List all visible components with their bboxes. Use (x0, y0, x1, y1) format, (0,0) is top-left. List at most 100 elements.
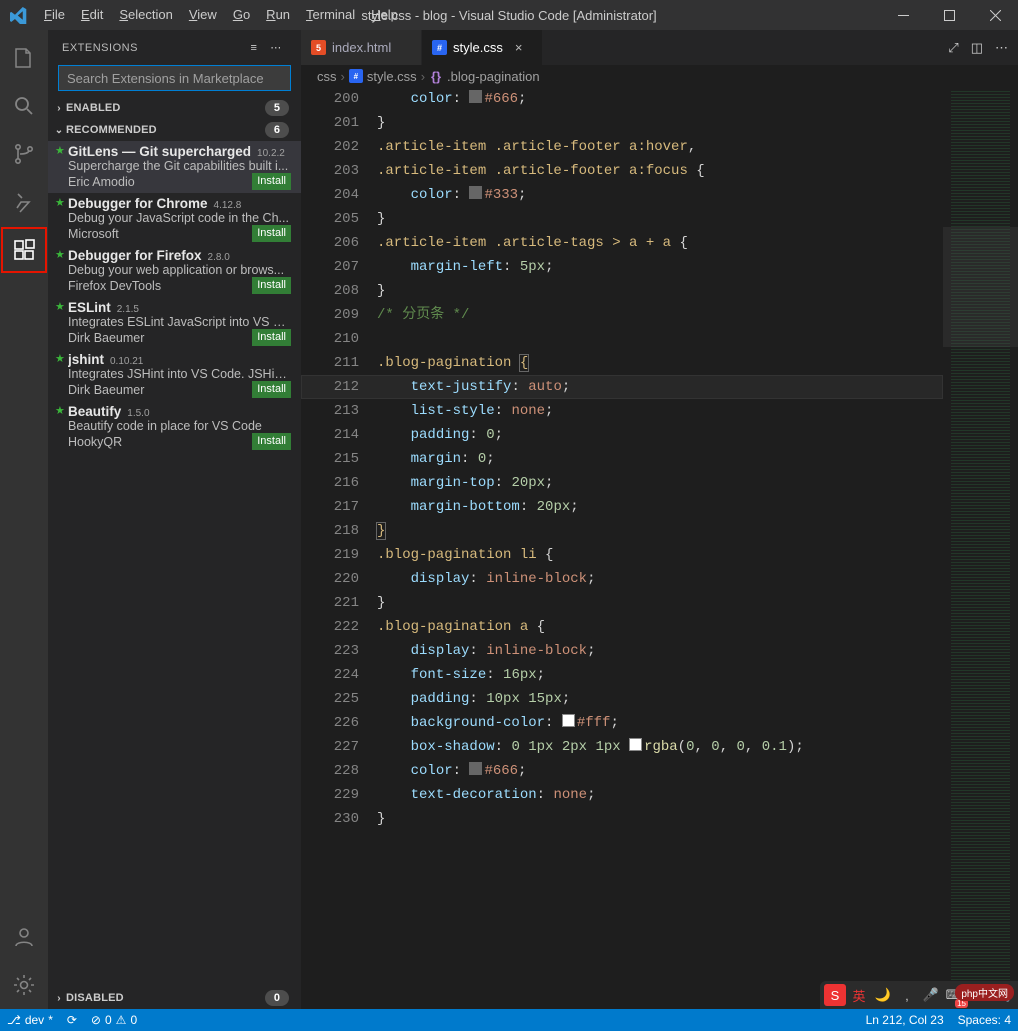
extension-item[interactable]: ★GitLens — Git supercharged10.2.2Superch… (48, 141, 301, 193)
tab-html[interactable]: 5index.html× (301, 30, 422, 65)
extensions-sidebar: EXTENSIONS ≡ ⋯ › ENABLED 5 ⌄ RECOMMENDED… (48, 30, 301, 1009)
activitybar-settings[interactable] (0, 961, 48, 1009)
install-button[interactable]: Install (252, 433, 291, 450)
code-line[interactable]: 214 padding: 0; (301, 423, 943, 447)
more-icon[interactable]: ⋯ (265, 41, 287, 54)
menu-selection[interactable]: Selection (111, 0, 180, 30)
code-line[interactable]: 213 list-style: none; (301, 399, 943, 423)
tray-icon[interactable]: 英 (848, 984, 870, 1006)
activitybar-extensions[interactable] (0, 226, 48, 274)
code-line[interactable]: 205} (301, 207, 943, 231)
extensions-search-input[interactable] (58, 65, 291, 91)
extension-item[interactable]: ★Debugger for Chrome4.12.8Debug your Jav… (48, 193, 301, 245)
code-line[interactable]: 222.blog-pagination a { (301, 615, 943, 639)
code-line[interactable]: 225 padding: 10px 15px; (301, 687, 943, 711)
extension-item[interactable]: ★Debugger for Firefox2.8.0Debug your web… (48, 245, 301, 297)
code-line[interactable]: 230} (301, 807, 943, 831)
code-line[interactable]: 220 display: inline-block; (301, 567, 943, 591)
extension-name: jshint (68, 352, 104, 367)
minimize-button[interactable] (880, 0, 926, 30)
section-recommended[interactable]: ⌄ RECOMMENDED 6 (48, 119, 301, 141)
tray-icon[interactable]: ‚ (896, 984, 918, 1006)
activitybar-scm[interactable] (0, 130, 48, 178)
star-icon: ★ (55, 248, 65, 261)
code-line[interactable]: 223 display: inline-block; (301, 639, 943, 663)
minimap[interactable] (943, 87, 1018, 1009)
recommended-count-badge: 6 (265, 122, 289, 138)
code-line[interactable]: 211.blog-pagination { (301, 351, 943, 375)
code-line[interactable]: 216 margin-top: 20px; (301, 471, 943, 495)
extension-item[interactable]: ★Beautify1.5.0Beautify code in place for… (48, 401, 301, 453)
install-button[interactable]: Install (252, 173, 291, 190)
code-line[interactable]: 208} (301, 279, 943, 303)
code-line[interactable]: 206.article-item .article-tags > a + a { (301, 231, 943, 255)
activitybar-account[interactable] (0, 913, 48, 961)
install-button[interactable]: Install (252, 381, 291, 398)
code-line[interactable]: 228 color: #666; (301, 759, 943, 783)
extension-item[interactable]: ★ESLint2.1.5Integrates ESLint JavaScript… (48, 297, 301, 349)
tab-css[interactable]: #style.css× (422, 30, 543, 65)
code-line[interactable]: 203.article-item .article-footer a:focus… (301, 159, 943, 183)
status-cursor[interactable]: Ln 212, Col 23 (859, 1013, 951, 1027)
close-icon[interactable]: × (515, 40, 523, 55)
code-line[interactable]: 218} (301, 519, 943, 543)
install-button[interactable]: Install (252, 225, 291, 242)
menu-edit[interactable]: Edit (73, 0, 111, 30)
extension-publisher: Dirk Baeumer (68, 383, 252, 397)
watermark: php中文网 (955, 984, 1014, 1001)
activitybar-search[interactable] (0, 82, 48, 130)
section-enabled[interactable]: › ENABLED 5 (48, 97, 301, 119)
code-line[interactable]: 209/* 分页条 */ (301, 303, 943, 327)
tray-icon[interactable]: 🌙 (872, 984, 894, 1006)
status-problems[interactable]: ⊘0⚠0 (84, 1013, 144, 1027)
breadcrumb-bar[interactable]: css› #style.css› {}.blog-pagination (301, 65, 1018, 87)
code-line[interactable]: 212 text-justify: auto; (301, 375, 943, 399)
extension-publisher: Dirk Baeumer (68, 331, 252, 345)
filter-icon[interactable]: ≡ (243, 42, 265, 54)
maximize-button[interactable] (926, 0, 972, 30)
close-button[interactable] (972, 0, 1018, 30)
status-branch[interactable]: ⎇dev* (0, 1013, 60, 1027)
menu-file[interactable]: File (36, 0, 73, 30)
code-line[interactable]: 204 color: #333; (301, 183, 943, 207)
breadcrumb-file: #style.css (349, 69, 417, 84)
code-line[interactable]: 219.blog-pagination li { (301, 543, 943, 567)
menu-view[interactable]: View (181, 0, 225, 30)
extension-version: 4.12.8 (214, 200, 242, 211)
ime-icon[interactable]: S (824, 984, 846, 1006)
activitybar-debug[interactable] (0, 178, 48, 226)
compare-icon[interactable]: ⤢ (948, 40, 958, 56)
code-line[interactable]: 202.article-item .article-footer a:hover… (301, 135, 943, 159)
section-disabled[interactable]: › DISABLED 0 (48, 987, 301, 1009)
code-line[interactable]: 221} (301, 591, 943, 615)
code-line[interactable]: 215 margin: 0; (301, 447, 943, 471)
extension-name: ESLint (68, 300, 111, 315)
code-line[interactable]: 201} (301, 111, 943, 135)
extension-name: Debugger for Chrome (68, 196, 208, 211)
menu-go[interactable]: Go (225, 0, 258, 30)
code-line[interactable]: 210 (301, 327, 943, 351)
code-line[interactable]: 217 margin-bottom: 20px; (301, 495, 943, 519)
code-editor[interactable]: 200 color: #666;201}202.article-item .ar… (301, 87, 943, 1009)
install-button[interactable]: Install (252, 329, 291, 346)
status-spaces[interactable]: Spaces: 4 (951, 1013, 1018, 1027)
enabled-count-badge: 5 (265, 100, 289, 116)
code-line[interactable]: 224 font-size: 16px; (301, 663, 943, 687)
code-line[interactable]: 200 color: #666; (301, 87, 943, 111)
app-icon (0, 7, 36, 24)
code-line[interactable]: 227 box-shadow: 0 1px 2px 1px rgba(0, 0,… (301, 735, 943, 759)
editor-more-icon[interactable]: ⋯ (995, 40, 1008, 56)
menu-run[interactable]: Run (258, 0, 298, 30)
activitybar-explorer[interactable] (0, 34, 48, 82)
menu-terminal[interactable]: Terminal (298, 0, 363, 30)
split-editor-icon[interactable]: ◫ (971, 40, 983, 56)
extension-item[interactable]: ★jshint0.10.21Integrates JSHint into VS … (48, 349, 301, 401)
extension-publisher: Eric Amodio (68, 175, 252, 189)
install-button[interactable]: Install (252, 277, 291, 294)
code-line[interactable]: 229 text-decoration: none; (301, 783, 943, 807)
tray-mic-icon[interactable]: 🎤 (920, 984, 942, 1006)
code-line[interactable]: 226 background-color: #fff; (301, 711, 943, 735)
code-line[interactable]: 207 margin-left: 5px; (301, 255, 943, 279)
status-sync[interactable]: ⟳ (60, 1013, 84, 1027)
title-bar: FileEditSelectionViewGoRunTerminalHelp s… (0, 0, 1018, 30)
